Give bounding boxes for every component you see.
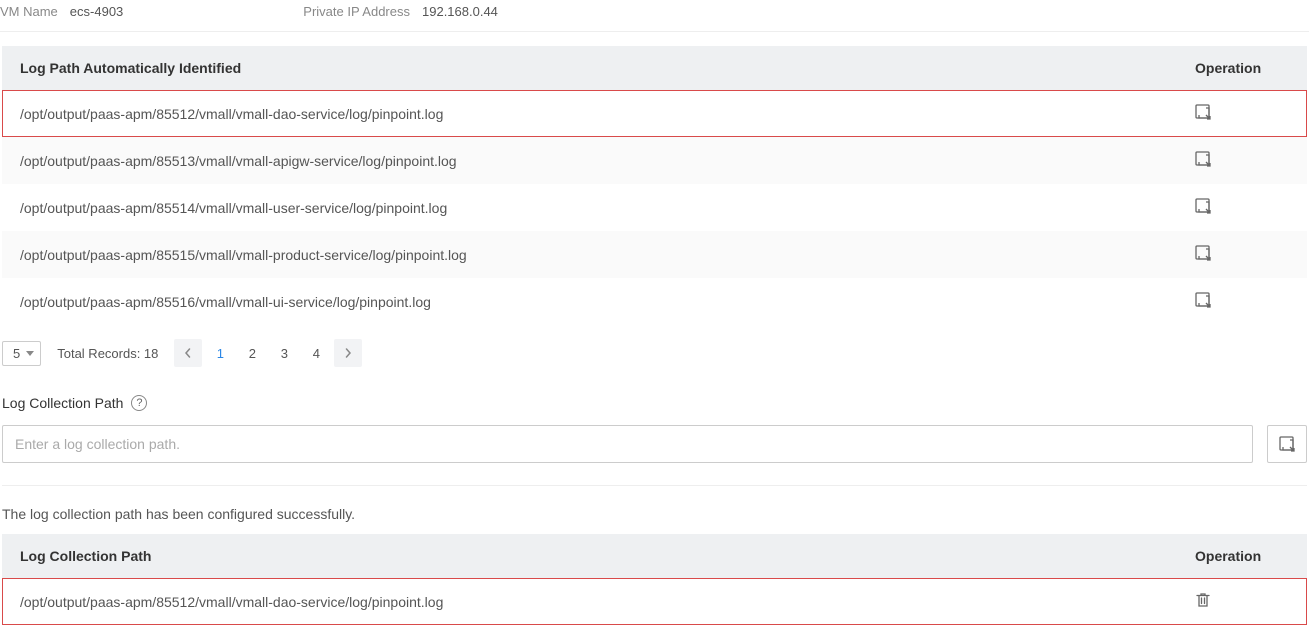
help-icon[interactable]: ?: [131, 395, 147, 411]
log-path-cell: /opt/output/paas-apm/85514/vmall/vmall-u…: [2, 184, 1177, 231]
log-path-cell: /opt/output/paas-apm/85515/vmall/vmall-p…: [2, 231, 1177, 278]
table-row: /opt/output/paas-apm/85515/vmall/vmall-p…: [2, 231, 1307, 278]
ip-value: 192.168.0.44: [422, 4, 498, 19]
add-path-icon[interactable]: [1195, 104, 1211, 120]
success-message: The log collection path has been configu…: [2, 506, 1307, 522]
table-row: /opt/output/paas-apm/85513/vmall/vmall-a…: [2, 137, 1307, 184]
auto-table-header-path: Log Path Automatically Identified: [2, 46, 1177, 90]
page-1-button[interactable]: 1: [206, 339, 234, 367]
page-2-button[interactable]: 2: [238, 339, 266, 367]
coll-table-header-op: Operation: [1177, 534, 1307, 578]
total-records: Total Records: 18: [57, 346, 158, 361]
page-size-value: 5: [13, 346, 20, 361]
page-nav: 1 2 3 4: [174, 339, 362, 367]
add-path-icon[interactable]: [1195, 245, 1211, 261]
log-path-cell: /opt/output/paas-apm/85512/vmall/vmall-d…: [2, 90, 1177, 137]
vm-name-label: VM Name: [0, 4, 58, 19]
ip-label: Private IP Address: [303, 4, 410, 19]
log-path-cell: /opt/output/paas-apm/85513/vmall/vmall-a…: [2, 137, 1177, 184]
page-4-button[interactable]: 4: [302, 339, 330, 367]
chevron-down-icon: [26, 351, 34, 356]
log-collection-path-label: Log Collection Path: [2, 395, 123, 411]
page-3-button[interactable]: 3: [270, 339, 298, 367]
log-path-cell: /opt/output/paas-apm/85516/vmall/vmall-u…: [2, 278, 1177, 325]
coll-path-cell: /opt/output/paas-apm/85512/vmall/vmall-d…: [2, 578, 1177, 625]
auto-table-header-op: Operation: [1177, 46, 1307, 90]
vm-name-value: ecs-4903: [70, 4, 123, 19]
collection-path-table: Log Collection Path Operation /opt/outpu…: [2, 534, 1307, 625]
submit-path-button[interactable]: [1267, 425, 1307, 463]
table-row: /opt/output/paas-apm/85514/vmall/vmall-u…: [2, 184, 1307, 231]
pagination-bar: 5 Total Records: 18 1 2 3 4: [2, 339, 1307, 367]
table-row: /opt/output/paas-apm/85516/vmall/vmall-u…: [2, 278, 1307, 325]
coll-table-header-path: Log Collection Path: [2, 534, 1177, 578]
log-path-input[interactable]: [2, 425, 1253, 463]
delete-icon[interactable]: [1195, 592, 1211, 608]
page-size-select[interactable]: 5: [2, 341, 41, 366]
table-row: /opt/output/paas-apm/85512/vmall/vmall-d…: [2, 578, 1307, 625]
prev-page-button[interactable]: [174, 339, 202, 367]
auto-log-table: Log Path Automatically Identified Operat…: [2, 46, 1307, 325]
next-page-button[interactable]: [334, 339, 362, 367]
add-path-icon[interactable]: [1195, 292, 1211, 308]
add-path-icon[interactable]: [1195, 151, 1211, 167]
vm-info-bar: VM Name ecs-4903 Private IP Address 192.…: [0, 0, 1309, 32]
table-row: /opt/output/paas-apm/85512/vmall/vmall-d…: [2, 90, 1307, 137]
add-path-icon[interactable]: [1195, 198, 1211, 214]
